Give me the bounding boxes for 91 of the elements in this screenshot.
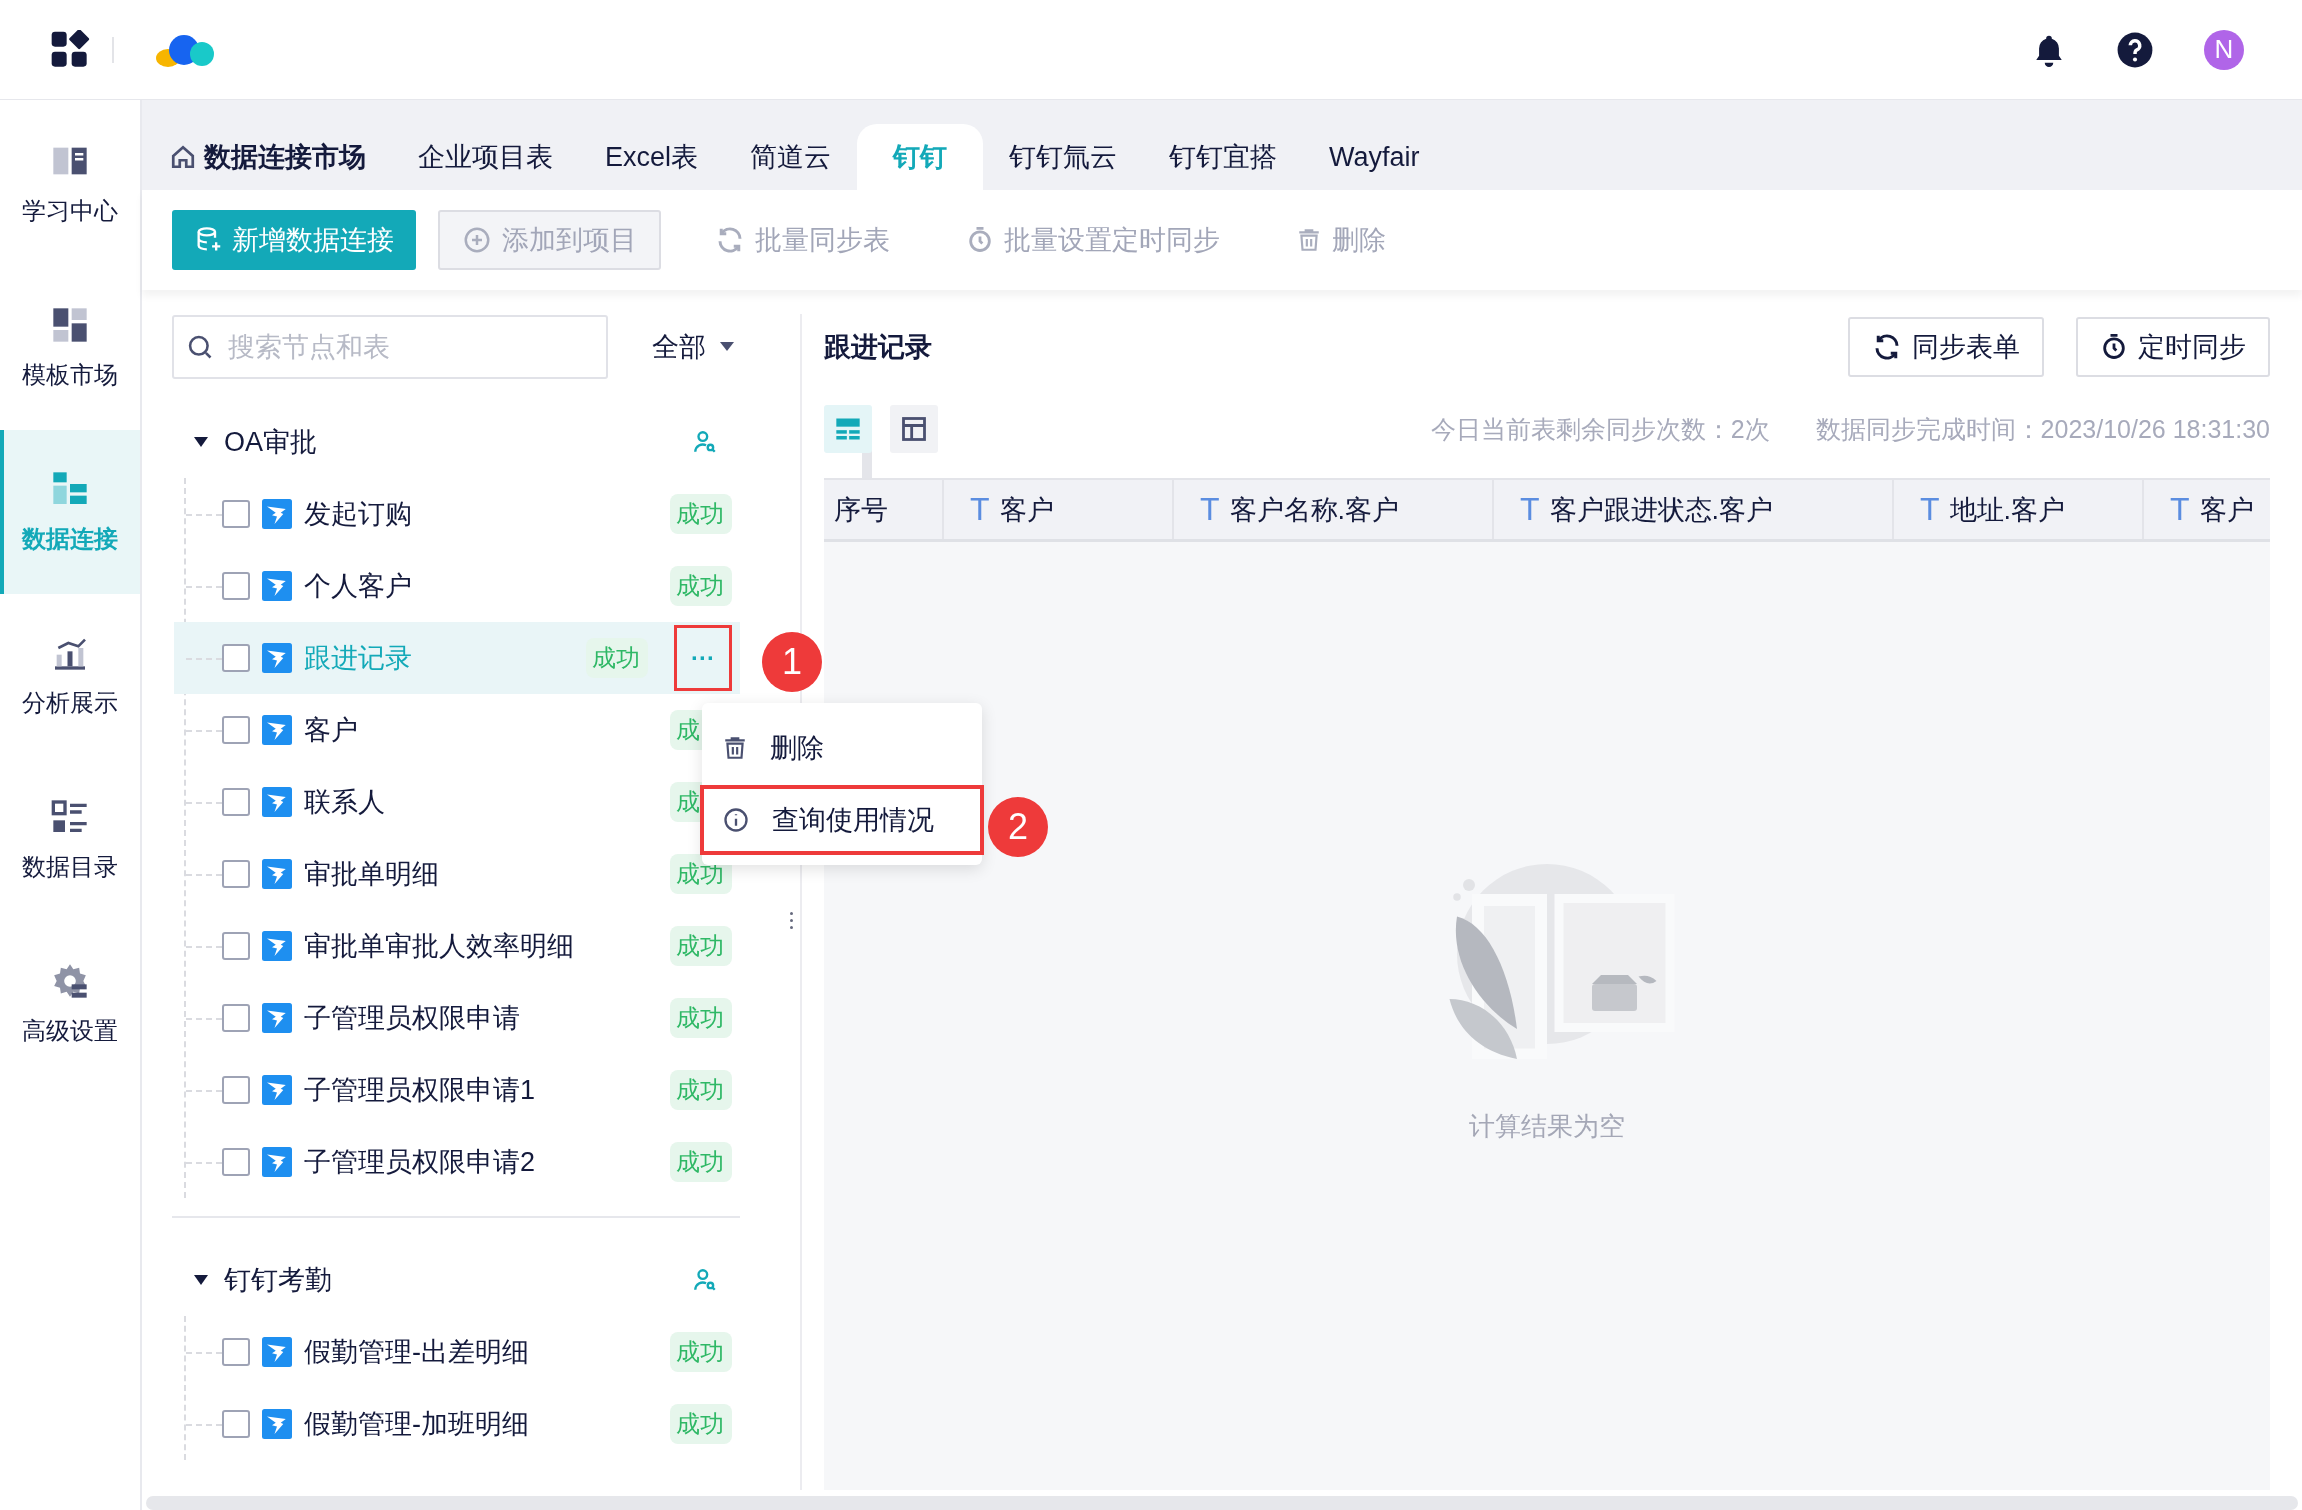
status-badge: 成功: [670, 926, 732, 966]
app-icon: [262, 1003, 292, 1033]
tab[interactable]: 企业项目表: [392, 124, 579, 190]
app-icon: [262, 1337, 292, 1367]
column-header: T 客户: [2144, 480, 2270, 539]
app-icon: [262, 499, 292, 529]
horizontal-scrollbar[interactable]: [146, 1496, 2298, 1510]
app-icon: [262, 787, 292, 817]
user-key-icon: [692, 1267, 718, 1293]
timer-icon: [966, 226, 994, 254]
checkbox[interactable]: [222, 1338, 250, 1366]
user-avatar[interactable]: N: [2204, 29, 2244, 70]
trash-icon: [1296, 227, 1322, 253]
tab[interactable]: 钉钉宜搭: [1143, 124, 1304, 190]
checkbox[interactable]: [222, 500, 250, 528]
app-icon: [262, 931, 292, 961]
checkbox[interactable]: [222, 932, 250, 960]
resize-handle[interactable]: [788, 912, 794, 929]
tab[interactable]: 简道云: [724, 124, 858, 190]
status-badge: 成功: [670, 1070, 732, 1110]
sidebar-item[interactable]: 高级设置: [0, 922, 140, 1086]
app-icon: [262, 715, 292, 745]
trash-icon: [722, 735, 748, 761]
column-header: T 客户: [944, 480, 1174, 539]
sidebar-item[interactable]: 分析展示: [0, 594, 140, 758]
caret-icon: [194, 436, 208, 448]
tree-item[interactable]: 发起订购 成功: [174, 478, 740, 550]
column-header: T 客户跟进状态.客户: [1494, 480, 1894, 539]
tree-item[interactable]: 假勤管理-加班明细 成功: [174, 1388, 740, 1460]
apps-icon: [50, 29, 90, 70]
caret-icon: [194, 1274, 208, 1286]
checkbox[interactable]: [222, 1148, 250, 1176]
filter-dropdown[interactable]: 全部: [636, 329, 734, 365]
tree-item[interactable]: 子管理员权限申请 成功: [174, 982, 740, 1054]
search-icon: [186, 333, 214, 361]
checkbox[interactable]: [222, 716, 250, 744]
sidebar-item[interactable]: 数据目录: [0, 758, 140, 922]
status-badge: 成功: [670, 998, 732, 1038]
help-icon[interactable]: [2116, 30, 2154, 69]
app-icon: [262, 1409, 292, 1439]
checkbox[interactable]: [222, 1076, 250, 1104]
checkbox[interactable]: [222, 644, 250, 672]
tab[interactable]: Wayfair: [1303, 124, 1446, 190]
plus-icon: [462, 225, 492, 255]
sync-info: 数据同步完成时间：2023/10/26 18:31:30: [1815, 413, 2270, 445]
app-icon: [262, 859, 292, 889]
checkbox[interactable]: [222, 572, 250, 600]
checkbox[interactable]: [222, 788, 250, 816]
search-field[interactable]: 搜索节点和表: [172, 315, 608, 379]
app-icon: [262, 1075, 292, 1105]
tab[interactable]: 数据连接市场: [170, 124, 392, 190]
column-header: T 客户名称.客户: [1174, 480, 1494, 539]
status-badge: 成功: [670, 566, 732, 606]
status-badge: 成功: [586, 638, 648, 678]
caret-icon: [720, 342, 734, 352]
status-badge: 成功: [670, 494, 732, 534]
timer-icon: [2100, 333, 2128, 361]
tree-item[interactable]: 审批单审批人效率明细 成功: [174, 910, 740, 982]
tree-item[interactable]: 子管理员权限申请2 成功: [174, 1126, 740, 1198]
info-icon: [722, 806, 750, 834]
schedule-button[interactable]: 定时同步: [2076, 317, 2270, 377]
home-icon: [170, 144, 196, 170]
checkbox[interactable]: [222, 860, 250, 888]
tab[interactable]: Excel表: [579, 124, 725, 190]
user-key-icon: [692, 429, 718, 455]
empty-message: 计算结果为空: [1469, 1109, 1625, 1143]
grid-icon: [900, 415, 928, 443]
tab[interactable]: 钉钉氚云: [983, 124, 1144, 190]
status-badge: 成功: [670, 1404, 732, 1444]
sidebar-item[interactable]: 学习中心: [0, 102, 140, 266]
tree-group[interactable]: 钉钉考勤: [172, 1244, 740, 1316]
sync-info: 今日当前表剩余同步次数：2次: [1430, 413, 1770, 445]
app-icon: [262, 571, 292, 601]
view-toggle[interactable]: [824, 405, 872, 453]
checkbox[interactable]: [222, 1004, 250, 1032]
status-badge: 成功: [670, 1332, 732, 1372]
view-toggle[interactable]: [890, 405, 938, 453]
column-header: T 地址.客户: [1894, 480, 2144, 539]
sidebar-item[interactable]: 模板市场: [0, 266, 140, 430]
column-header: 序号: [824, 480, 944, 539]
tree-item[interactable]: 个人客户 成功: [174, 550, 740, 622]
status-badge: 成功: [670, 1142, 732, 1182]
sync-button[interactable]: 同步表单: [1848, 317, 2044, 377]
checkbox[interactable]: [222, 1410, 250, 1438]
app-icon: [262, 1147, 292, 1177]
app-icon: [262, 643, 292, 673]
tree-item[interactable]: 假勤管理-出差明细 成功: [174, 1316, 740, 1388]
tree-group[interactable]: OA审批: [172, 406, 740, 478]
template-icon: [50, 305, 90, 345]
table-title: 跟进记录: [824, 331, 932, 364]
tree-item[interactable]: 子管理员权限申请1 成功: [174, 1054, 740, 1126]
